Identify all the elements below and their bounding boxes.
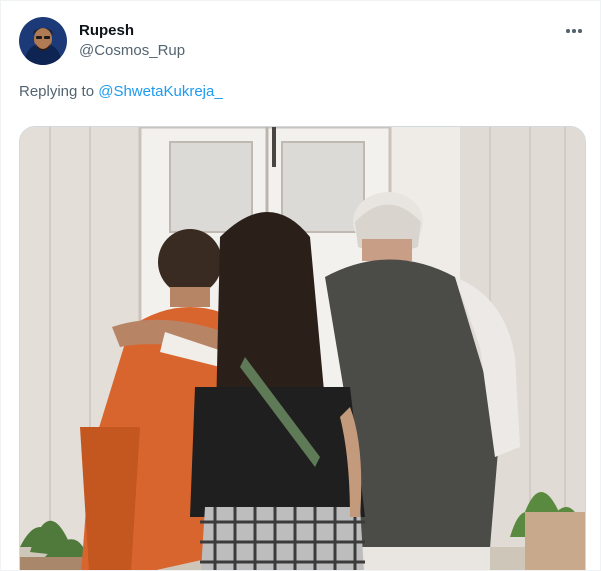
tweet-card: Rupesh @Cosmos_Rup Replying to @ShwetaKu… [0, 0, 601, 571]
author-handle[interactable]: @Cosmos_Rup [79, 42, 185, 59]
more-dot [572, 29, 576, 33]
photo-image [20, 127, 585, 570]
more-dot [578, 29, 582, 33]
more-dot [566, 29, 570, 33]
replying-mention-link[interactable]: @ShwetaKukreja_ [98, 83, 222, 100]
replying-to-line: Replying to @ShwetaKukreja_ [19, 83, 223, 100]
avatar-image [19, 17, 67, 65]
more-horizontal-icon[interactable] [562, 19, 586, 43]
author-avatar[interactable] [19, 17, 67, 65]
replying-prefix: Replying to [19, 83, 99, 100]
author-name[interactable]: Rupesh [79, 22, 134, 39]
tweet-media-photo[interactable] [19, 126, 586, 570]
